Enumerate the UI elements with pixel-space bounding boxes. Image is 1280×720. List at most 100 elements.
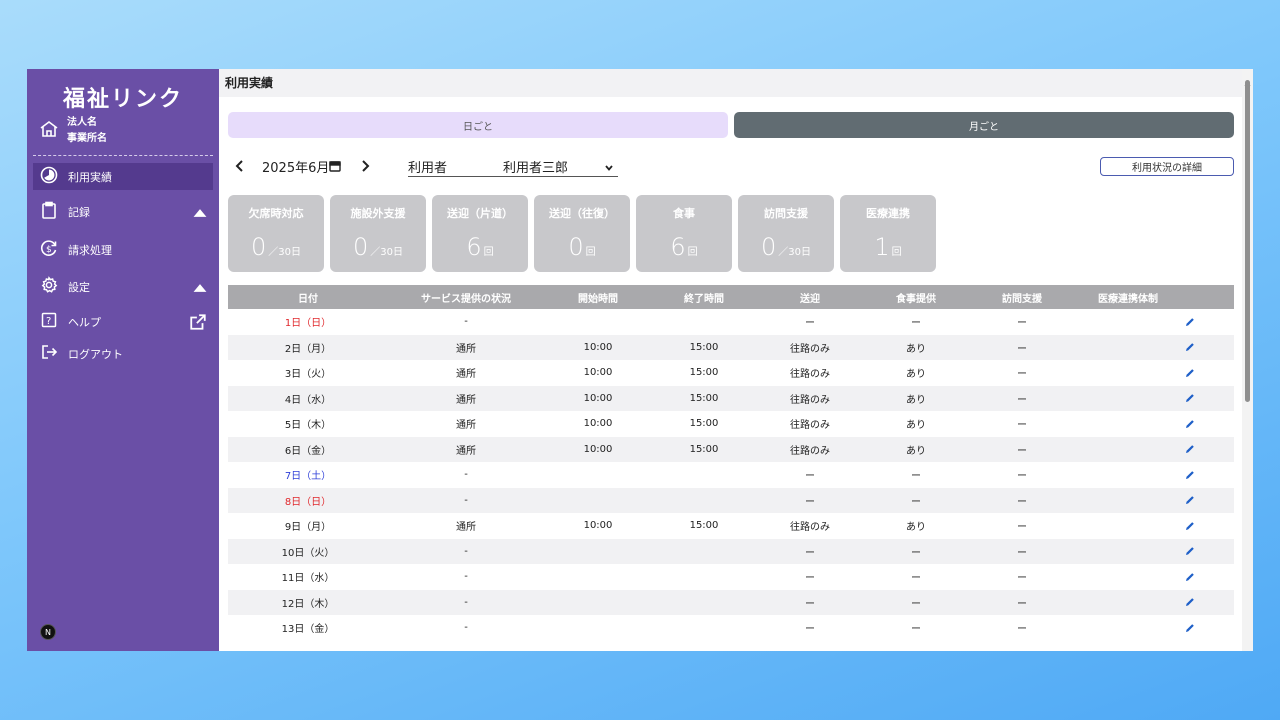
external-link-icon[interactable] (189, 313, 206, 330)
org-info: 法人名 事業所名 (39, 115, 107, 147)
stat-title: 訪問支援 (764, 207, 808, 220)
tab-daily[interactable]: 日ごと (228, 112, 728, 138)
date-cell: 9日（月） (284, 522, 332, 534)
date-cell: 7日（土） (284, 471, 332, 483)
end-time-cell: 15:00 (689, 367, 719, 379)
end-time-cell (654, 615, 754, 641)
start-time-cell (548, 564, 648, 590)
visit-cell: ー (1017, 496, 1027, 508)
edit-icon[interactable] (1180, 488, 1200, 514)
main-content: 利用実績 日ごと 月ごと 2025年6月 利用者 利用者三郎 利用状況の詳細 欠… (219, 69, 1253, 651)
scroll-thumb[interactable] (1245, 80, 1250, 402)
stat-unit: 回 (687, 247, 698, 258)
edit-icon[interactable] (1180, 309, 1200, 335)
date-cell: 2日（月） (284, 343, 332, 355)
stat-value: 0 (760, 233, 777, 261)
table-row: 12日（木） - ー ー ー (228, 589, 1234, 616)
start-time-cell: 10:00 (583, 520, 613, 532)
status-cell: 通所 (456, 445, 476, 457)
transport-cell: ー (805, 471, 815, 483)
stat-unit: ／30日 (778, 247, 811, 258)
status-cell: - (464, 571, 468, 583)
stat-card-transport-roundtrip: 送迎（往復） 0回 (534, 195, 630, 272)
user-select[interactable]: 利用者 利用者三郎 (408, 155, 618, 177)
status-cell: - (464, 494, 468, 506)
edit-icon[interactable] (1180, 564, 1200, 590)
transport-cell: ー (805, 624, 815, 636)
sidebar-item-usage-records[interactable]: 利用実績 (33, 163, 213, 190)
sidebar-item-records[interactable]: 記録 (33, 198, 213, 225)
edit-icon[interactable] (1180, 411, 1200, 437)
medical-cell (1078, 462, 1178, 488)
stat-value: 6 (466, 233, 482, 261)
caret-up-icon[interactable] (191, 204, 207, 218)
start-time-cell (548, 590, 648, 616)
edit-icon[interactable] (1180, 615, 1200, 641)
date-cell: 10日（火） (281, 547, 335, 559)
edit-icon[interactable] (1180, 386, 1200, 412)
next-month-icon[interactable] (357, 157, 373, 175)
vertical-scrollbar[interactable] (1242, 69, 1253, 651)
caret-up-icon[interactable] (191, 279, 207, 293)
sidebar-item-label: 記録 (68, 205, 90, 219)
visit-cell: ー (1017, 318, 1027, 330)
medical-cell (1078, 615, 1178, 641)
stat-value: 0 (568, 233, 584, 261)
edit-icon[interactable] (1180, 360, 1200, 386)
table-row: 13日（金） - ー ー ー (228, 615, 1234, 641)
meal-cell: ー (911, 318, 921, 330)
user-select-value: 利用者三郎 (503, 161, 569, 176)
scroll-up-icon[interactable] (1244, 72, 1251, 86)
stat-unit: 回 (483, 247, 494, 258)
status-cell: 通所 (456, 522, 476, 534)
end-time-cell (654, 488, 754, 514)
help-icon: ? (40, 311, 58, 332)
clipboard-icon (40, 201, 58, 222)
stat-title: 欠席時対応 (248, 207, 304, 220)
table-header: 日付 サービス提供の状況 開始時間 終了時間 送迎 食事提供 訪問支援 医療連携… (228, 285, 1234, 309)
edit-icon[interactable] (1180, 462, 1200, 488)
edit-icon[interactable] (1180, 539, 1200, 565)
sidebar-item-logout[interactable]: ログアウト (33, 340, 213, 367)
meal-cell: ー (911, 496, 921, 508)
sidebar-item-label: 請求処理 (68, 243, 112, 257)
calendar-icon[interactable] (329, 160, 341, 172)
edit-icon[interactable] (1180, 437, 1200, 463)
sidebar-item-help[interactable]: ? ヘルプ (33, 308, 213, 335)
office-name: 事業所名 (67, 133, 107, 144)
start-time-cell: 10:00 (583, 341, 613, 353)
visit-cell: ー (1017, 420, 1027, 432)
medical-cell (1078, 590, 1178, 616)
sidebar-item-billing[interactable]: $ 請求処理 (33, 236, 213, 263)
usage-detail-button[interactable]: 利用状況の詳細 (1100, 157, 1234, 176)
page-title: 利用実績 (219, 69, 1243, 97)
column-header: 送迎 (800, 293, 820, 305)
sidebar: 福祉リンク 法人名 事業所名 利用実績 記録 $ 請求処理 設定 ? ヘルプ ロ… (27, 69, 219, 651)
filter-controls: 2025年6月 利用者 利用者三郎 (219, 155, 1239, 179)
stat-title: 食事 (673, 207, 695, 220)
visit-cell: ー (1017, 522, 1027, 534)
sidebar-item-settings[interactable]: 設定 (33, 273, 213, 300)
edit-icon[interactable] (1180, 590, 1200, 616)
sidebar-item-label: ログアウト (68, 347, 123, 361)
end-time-cell (654, 462, 754, 488)
stat-card-transport-oneway: 送迎（片道） 6回 (432, 195, 528, 272)
stat-value: 0 (250, 233, 267, 261)
end-time-cell (654, 564, 754, 590)
tab-monthly[interactable]: 月ごと (734, 112, 1234, 138)
edit-icon[interactable] (1180, 335, 1200, 361)
scroll-down-icon[interactable] (1244, 642, 1251, 648)
brand-logo[interactable]: 福祉リンク (27, 81, 219, 113)
stat-card-offsite: 施設外支援 0 ／30日 (330, 195, 426, 272)
pie-chart-icon (40, 166, 58, 187)
dev-badge[interactable]: N (40, 624, 56, 640)
status-cell: 通所 (456, 369, 476, 381)
status-cell: 通所 (456, 343, 476, 355)
edit-icon[interactable] (1180, 513, 1200, 539)
table-row: 10日（火） - ー ー ー (228, 538, 1234, 565)
visit-cell: ー (1017, 343, 1027, 355)
svg-text:?: ? (46, 316, 51, 327)
meal-cell: あり (906, 522, 926, 534)
prev-month-icon[interactable] (232, 157, 248, 175)
medical-cell (1078, 539, 1178, 565)
